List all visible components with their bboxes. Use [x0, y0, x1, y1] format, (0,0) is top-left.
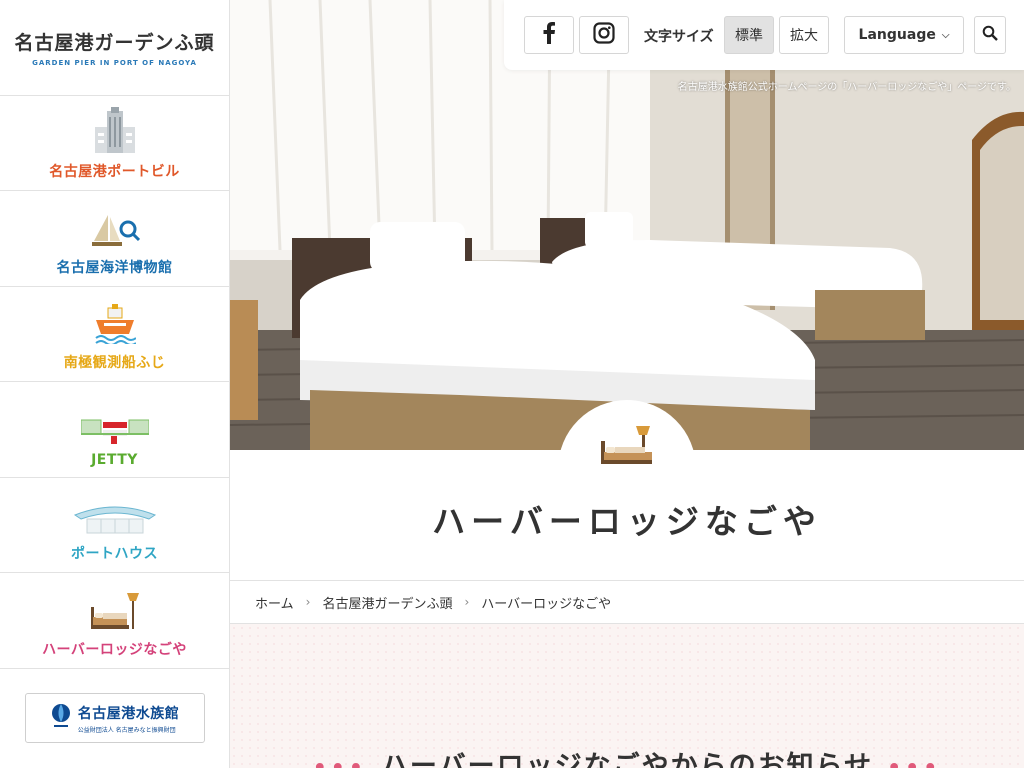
- search-button[interactable]: [974, 16, 1006, 54]
- decor-dots-right: •••: [887, 756, 941, 768]
- chevron-right-icon: ›: [305, 595, 311, 609]
- logo-subtitle: GARDEN PIER IN PORT OF NAGOYA: [32, 59, 197, 67]
- search-icon: [982, 25, 998, 45]
- sidebar-item-label: 南極観測船ふじ: [63, 355, 166, 371]
- sidebar-item-maritime-museum[interactable]: 名古屋海洋博物館: [0, 191, 229, 287]
- hero-caption: 名古屋港水族館公式ホームページの「ハーバーロッジなごや」ページです。: [677, 82, 1016, 93]
- aquarium-subtitle: 公益財団法人 名古屋みなと振興財団: [77, 726, 176, 734]
- news-section: ••• ハーバーロッジなごやからのお知らせ •••: [230, 624, 1024, 768]
- instagram-icon: [593, 22, 615, 48]
- page-title: ハーバーロッジなごや: [432, 502, 822, 541]
- breadcrumb-garden-pier[interactable]: 名古屋港ガーデンふ頭: [322, 593, 452, 612]
- breadcrumb-current: ハーバーロッジなごや: [481, 596, 612, 612]
- sidebar-item-label: JETTY: [91, 452, 138, 468]
- chevron-down-icon: ⌵: [941, 29, 950, 41]
- sidebar-item-port-building[interactable]: 名古屋港ポートビル: [0, 96, 229, 191]
- site-logo[interactable]: 名古屋港ガーデンふ頭 GARDEN PIER IN PORT OF NAGOYA: [0, 0, 229, 96]
- font-size-large-button[interactable]: 拡大: [779, 16, 829, 54]
- news-section-title: ••• ハーバーロッジなごやからのお知らせ •••: [230, 744, 1024, 768]
- instagram-button[interactable]: [579, 16, 629, 54]
- sidebar: 名古屋港ガーデンふ頭 GARDEN PIER IN PORT OF NAGOYA…: [0, 0, 230, 768]
- jetty-icon: [80, 418, 149, 444]
- sidebar-item-label: 名古屋港ポートビル: [49, 164, 180, 180]
- facebook-icon: [542, 22, 556, 48]
- aquarium-banner-wrap: 名古屋港水族館 公益財団法人 名古屋みなと振興財団: [0, 669, 229, 767]
- breadcrumb: ホーム › 名古屋港ガーデンふ頭 › ハーバーロッジなごや: [230, 580, 1024, 624]
- port-house-icon: [73, 505, 157, 535]
- news-title-text: ハーバーロッジなごやからのお知らせ: [380, 751, 874, 768]
- sidebar-item-port-house[interactable]: ポートハウス: [0, 478, 229, 573]
- breadcrumb-home[interactable]: ホーム: [255, 593, 294, 612]
- bed-icon: [89, 593, 141, 631]
- sidebar-item-jetty[interactable]: JETTY: [0, 382, 229, 478]
- language-selector[interactable]: Language ⌵: [844, 16, 964, 54]
- maritime-museum-icon: [90, 213, 140, 249]
- port-building-icon: [93, 107, 137, 153]
- sidebar-item-fuji[interactable]: 南極観測船ふじ: [0, 287, 229, 382]
- language-label: Language: [858, 27, 936, 43]
- decor-dots-left: •••: [313, 756, 367, 768]
- font-size-normal-button[interactable]: 標準: [724, 16, 774, 54]
- sidebar-item-label: ハーバーロッジなごや: [42, 642, 187, 658]
- facebook-button[interactable]: [524, 16, 574, 54]
- sidebar-item-label: 名古屋海洋博物館: [56, 260, 173, 276]
- top-utility-bar: 文字サイズ 標準 拡大 Language ⌵: [504, 0, 1024, 70]
- chevron-right-icon: ›: [464, 595, 470, 609]
- font-size-label: 文字サイズ: [644, 29, 714, 45]
- aquarium-title: 名古屋港水族館: [77, 705, 180, 722]
- ship-fuji-icon: [94, 304, 136, 344]
- logo-title: 名古屋港ガーデンふ頭: [14, 32, 215, 54]
- aquarium-logo-icon: [50, 702, 72, 734]
- sidebar-item-harbor-lodge[interactable]: ハーバーロッジなごや: [0, 573, 229, 669]
- sidebar-item-label: ポートハウス: [71, 546, 158, 562]
- aquarium-banner-link[interactable]: 名古屋港水族館 公益財団法人 名古屋みなと振興財団: [24, 693, 205, 743]
